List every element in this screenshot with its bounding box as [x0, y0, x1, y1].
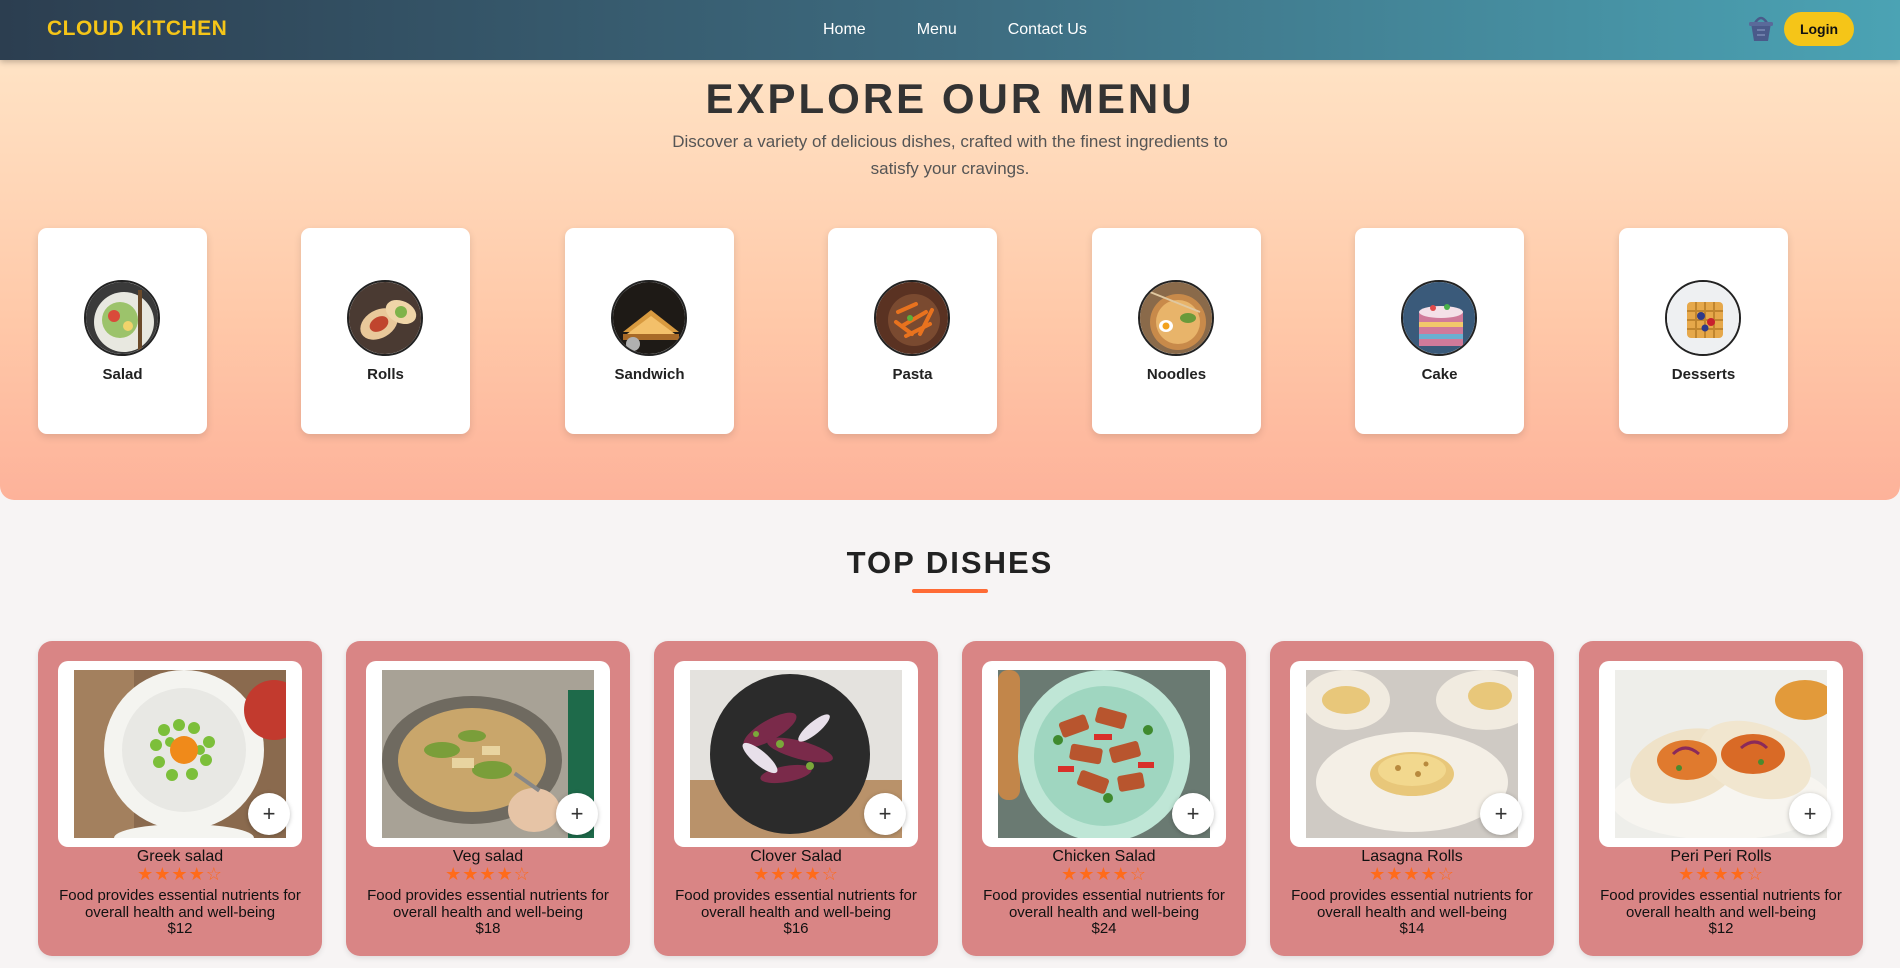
title-underline	[912, 589, 988, 593]
dish-card[interactable]: + Greek salad ★★★★☆ Food provides essent…	[38, 641, 322, 956]
category-card-desserts[interactable]: Desserts	[1619, 228, 1788, 434]
rating-stars: ★★★★☆	[137, 864, 223, 884]
nav-link-contact[interactable]: Contact Us	[1008, 21, 1087, 39]
dish-price: $12	[167, 920, 193, 937]
dish-price: $18	[475, 920, 501, 937]
nav-links: Home Menu Contact Us	[823, 21, 1087, 39]
add-to-cart-button[interactable]: +	[1789, 793, 1831, 835]
dish-card[interactable]: + Peri Peri Rolls ★★★★☆ Food provides es…	[1579, 641, 1863, 956]
dish-photo-frame: +	[366, 661, 610, 847]
explore-menu-title: EXPLORE OUR MENU	[705, 75, 1195, 122]
nav-link-home[interactable]: Home	[823, 21, 866, 39]
category-image-desserts	[1665, 280, 1741, 356]
dish-photo-frame: +	[1599, 661, 1843, 847]
category-card-rolls[interactable]: Rolls	[301, 228, 470, 434]
dish-price: $12	[1708, 920, 1734, 937]
add-to-cart-button[interactable]: +	[1172, 793, 1214, 835]
dish-photo-frame: +	[58, 661, 302, 847]
category-image-sandwich	[611, 280, 687, 356]
category-card-noodles[interactable]: Noodles	[1092, 228, 1261, 434]
brand-logo[interactable]: CLOUD KITCHEN	[47, 17, 227, 41]
category-image-cake	[1401, 280, 1477, 356]
explore-menu-subtitle: Discover a variety of delicious dishes, …	[672, 132, 1228, 178]
dish-card[interactable]: + Veg salad ★★★★☆ Food provides essentia…	[346, 641, 630, 956]
top-dishes-title: TOP DISHES	[846, 545, 1054, 580]
dish-price: $16	[783, 920, 809, 937]
rating-stars: ★★★★☆	[753, 864, 839, 884]
dish-description: Food provides essential nutrients for ov…	[59, 887, 301, 921]
dish-photo-frame: +	[982, 661, 1226, 847]
category-card-pasta[interactable]: Pasta	[828, 228, 997, 434]
rating-stars: ★★★★☆	[1369, 864, 1455, 884]
dish-card[interactable]: + Clover Salad ★★★★☆ Food provides essen…	[654, 641, 938, 956]
category-image-salad	[84, 280, 160, 356]
category-card-salad[interactable]: Salad	[38, 228, 207, 434]
nav-link-menu[interactable]: Menu	[917, 21, 957, 39]
category-label: Noodles	[1146, 366, 1207, 383]
dish-description: Food provides essential nutrients for ov…	[983, 887, 1225, 921]
category-label: Rolls	[367, 366, 404, 383]
navbar: CLOUD KITCHEN Home Menu Contact Us Login	[0, 0, 1900, 60]
add-to-cart-button[interactable]: +	[556, 793, 598, 835]
dish-card[interactable]: + Chicken Salad ★★★★☆ Food provides esse…	[962, 641, 1246, 956]
rating-stars: ★★★★☆	[445, 864, 531, 884]
category-label: Desserts	[1671, 366, 1736, 383]
add-to-cart-button[interactable]: +	[248, 793, 290, 835]
category-label: Sandwich	[614, 366, 685, 383]
dish-price: $24	[1091, 920, 1117, 937]
dish-description: Food provides essential nutrients for ov…	[367, 887, 609, 921]
category-card-cake[interactable]: Cake	[1355, 228, 1524, 434]
category-image-pasta	[874, 280, 950, 356]
explore-menu-section: EXPLORE OUR MENU Discover a variety of d…	[0, 60, 1900, 500]
add-to-cart-button[interactable]: +	[1480, 793, 1522, 835]
rating-stars: ★★★★☆	[1061, 864, 1147, 884]
basket-icon[interactable]	[1747, 13, 1775, 43]
login-button[interactable]: Login	[1784, 12, 1854, 46]
dish-photo-frame: +	[1290, 661, 1534, 847]
category-image-noodles	[1138, 280, 1214, 356]
dish-price: $14	[1399, 920, 1425, 937]
rating-stars: ★★★★☆	[1678, 864, 1764, 884]
add-to-cart-button[interactable]: +	[864, 793, 906, 835]
dish-description: Food provides essential nutrients for ov…	[1291, 887, 1533, 921]
category-card-sandwich[interactable]: Sandwich	[565, 228, 734, 434]
dish-photo-frame: +	[674, 661, 918, 847]
category-label: Pasta	[892, 366, 933, 383]
category-label: Cake	[1421, 366, 1458, 383]
category-label: Salad	[102, 366, 143, 383]
dish-description: Food provides essential nutrients for ov…	[675, 887, 917, 921]
dish-description: Food provides essential nutrients for ov…	[1600, 887, 1842, 921]
dish-card[interactable]: + Lasagna Rolls ★★★★☆ Food provides esse…	[1270, 641, 1554, 956]
category-image-rolls	[347, 280, 423, 356]
